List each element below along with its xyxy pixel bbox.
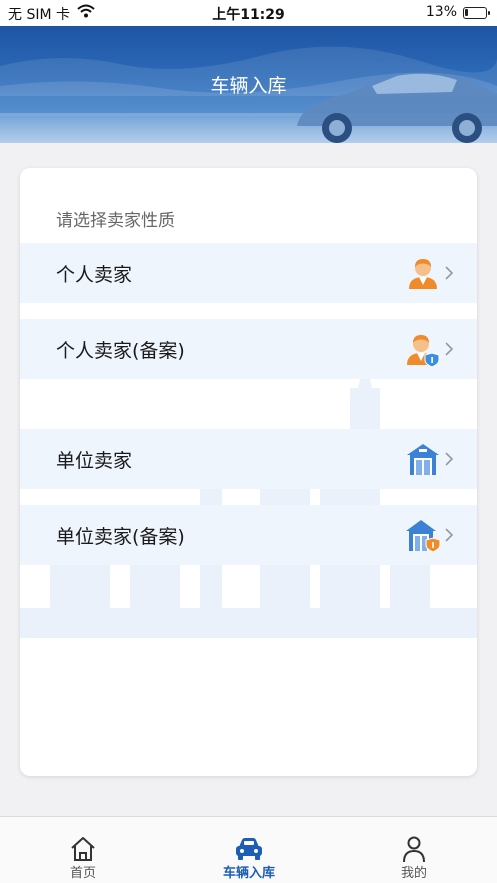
option-personal-seller[interactable]: 个人卖家 xyxy=(20,243,477,303)
tab-label: 我的 xyxy=(400,866,427,881)
option-label: 个人卖家(备案) xyxy=(56,340,185,362)
option-personal-seller-registered[interactable]: 个人卖家(备案) xyxy=(20,319,477,379)
tab-label: 车辆入库 xyxy=(222,866,275,881)
tab-profile[interactable]: 我的 xyxy=(331,817,497,883)
option-company-seller-registered[interactable]: 单位卖家(备案) xyxy=(20,505,477,565)
bottom-tab-bar: 首页 车辆入库 我的 xyxy=(0,816,497,883)
person-seller-icon xyxy=(409,259,437,289)
company-seller-registered-icon xyxy=(406,520,441,553)
seller-type-card: 请选择卖家性质 个人卖家 个人卖家(备案) 单位卖家 单位卖家(备案) xyxy=(20,168,477,776)
chevron-right-icon xyxy=(445,342,454,356)
company-seller-icon xyxy=(407,444,439,475)
header-banner: 车辆入库 xyxy=(0,26,497,143)
seller-type-prompt: 请选择卖家性质 xyxy=(56,211,175,231)
option-label: 单位卖家(备案) xyxy=(56,526,185,548)
home-icon xyxy=(71,837,95,861)
clock: 上午11:29 xyxy=(212,7,285,23)
chevron-right-icon xyxy=(445,452,454,466)
option-label: 单位卖家 xyxy=(56,450,133,472)
profile-icon xyxy=(403,836,425,863)
option-company-seller[interactable]: 单位卖家 xyxy=(20,429,477,489)
car-icon xyxy=(236,838,262,860)
battery-percent: 13% xyxy=(425,4,457,20)
page-title: 车辆入库 xyxy=(210,75,287,97)
chevron-right-icon xyxy=(445,528,454,542)
chevron-right-icon xyxy=(445,266,454,280)
person-seller-registered-icon xyxy=(407,335,440,367)
tab-vehicle-storage[interactable]: 车辆入库 xyxy=(166,817,332,883)
tab-home[interactable]: 首页 xyxy=(0,817,166,883)
status-bar: 无 SIM 卡 上午11:29 13% xyxy=(0,0,497,26)
city-background-art xyxy=(20,358,477,638)
tab-label: 首页 xyxy=(69,866,96,881)
option-label: 个人卖家 xyxy=(56,264,133,286)
car-illustration-icon xyxy=(297,73,497,143)
battery-icon xyxy=(463,7,490,19)
